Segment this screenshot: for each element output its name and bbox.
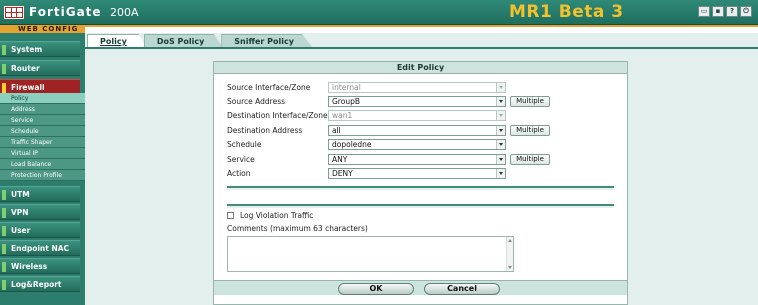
source-interface-value: internal (332, 83, 361, 92)
form-footer: OK Cancel (214, 280, 627, 295)
chevron-down-icon (496, 155, 505, 164)
submenu-policy[interactable]: Policy (0, 93, 85, 104)
field-row-schedule: Schedule dopoledne (214, 139, 627, 151)
source-interface-select: internal (328, 82, 506, 93)
chevron-down-icon (496, 140, 505, 149)
action-value: DENY (332, 169, 353, 178)
submenu-service[interactable]: Service (0, 115, 85, 126)
destination-address-select[interactable]: all (328, 125, 506, 136)
field-row-destination-address: Destination Address all Multiple (214, 125, 627, 137)
tab-underline (85, 47, 758, 49)
chevron-down-icon (496, 126, 505, 135)
comments-label: Comments (maximum 63 characters) (227, 224, 368, 233)
chevron-down-icon (496, 83, 505, 92)
section-divider (227, 186, 614, 190)
submenu-address[interactable]: Address (0, 104, 85, 115)
source-address-label: Source Address (227, 97, 286, 106)
sidebar-item-wireless-controller[interactable]: Wireless Controller (0, 258, 80, 287)
sidebar-item-endpoint-nac[interactable]: Endpoint NAC (0, 240, 80, 256)
sidebar-item-utm[interactable]: UTM (0, 186, 80, 202)
brand-name: FortiGate (29, 5, 102, 19)
service-label: Service (227, 155, 255, 164)
cancel-button[interactable]: Cancel (424, 283, 500, 295)
service-select[interactable]: ANY (328, 154, 506, 165)
field-row-source-address: Source Address GroupB Multiple (214, 96, 627, 108)
tab-sniffer-policy[interactable]: Sniffer Policy (221, 34, 313, 48)
action-select[interactable]: DENY (328, 168, 506, 179)
submenu-protection-profile[interactable]: Protection Profile (0, 170, 85, 181)
submenu-schedule[interactable]: Schedule (0, 126, 85, 137)
firewall-submenu: Policy Address Service Schedule Traffic … (0, 93, 85, 181)
header-toolbar: ▭ ▪ ? ⏻ (698, 6, 752, 17)
device-model: 200A (110, 6, 139, 19)
schedule-value: dopoledne (332, 140, 372, 149)
sidebar-item-router[interactable]: Router (0, 60, 80, 76)
sidebar-item-log-report[interactable]: Log&Report (0, 276, 80, 292)
destination-interface-label: Destination Interface/Zone (227, 111, 328, 120)
source-interface-label: Source Interface/Zone (227, 83, 311, 92)
tab-policy[interactable]: Policy (87, 34, 146, 48)
release-label: MR1 Beta 3 (509, 2, 624, 22)
webconfig-label: WEB CONFIG (0, 25, 85, 33)
top-header: FortiGate 200A MR1 Beta 3 ▭ ▪ ? ⏻ (0, 0, 758, 25)
submenu-virtual-ip[interactable]: Virtual IP (0, 148, 85, 159)
panel-title: Edit Policy (214, 62, 627, 74)
ok-button[interactable]: OK (338, 283, 414, 295)
field-row-service: Service ANY Multiple (214, 154, 627, 166)
destination-interface-value: wan1 (332, 111, 353, 120)
chevron-down-icon (496, 111, 505, 120)
section-divider (227, 204, 614, 208)
field-row-destination-interface: Destination Interface/Zone wan1 (214, 110, 627, 122)
tab-dos-policy[interactable]: DoS Policy (143, 34, 224, 48)
edit-policy-panel: Edit Policy Source Interface/Zone intern… (213, 61, 628, 305)
destination-address-label: Destination Address (227, 126, 303, 135)
sidebar-item-user[interactable]: User (0, 222, 80, 238)
destination-interface-select: wan1 (328, 110, 506, 121)
save-icon[interactable]: ▪ (712, 6, 724, 17)
destination-address-value: all (332, 126, 341, 135)
schedule-label: Schedule (227, 140, 262, 149)
schedule-select[interactable]: dopoledne (328, 139, 506, 150)
service-multiple-button[interactable]: Multiple (510, 154, 550, 165)
source-address-value: GroupB (332, 97, 360, 106)
submenu-load-balance[interactable]: Load Balance (0, 159, 85, 170)
main-content: Policy DoS Policy Sniffer Policy Edit Po… (85, 33, 758, 305)
chevron-down-icon (496, 169, 505, 178)
help-icon[interactable]: ? (726, 6, 738, 17)
action-label: Action (227, 169, 251, 178)
source-address-multiple-button[interactable]: Multiple (510, 96, 550, 107)
console-icon[interactable]: ▭ (698, 6, 710, 17)
source-address-select[interactable]: GroupB (328, 96, 506, 107)
submenu-traffic-shaper[interactable]: Traffic Shaper (0, 137, 85, 148)
chevron-down-icon (496, 97, 505, 106)
service-value: ANY (332, 155, 348, 164)
log-violation-label: Log Violation Traffic (240, 211, 314, 220)
sidebar-item-system[interactable]: System (0, 41, 80, 57)
sidebar: System Router Firewall Policy Address Se… (0, 33, 85, 305)
fortinet-logo-icon (4, 6, 24, 19)
textarea-scrollbar[interactable] (506, 237, 513, 271)
logout-icon[interactable]: ⏻ (740, 6, 752, 17)
sidebar-item-vpn[interactable]: VPN (0, 204, 80, 220)
header-divider (85, 25, 758, 27)
field-row-action: Action DENY (214, 168, 627, 180)
log-violation-checkbox[interactable] (227, 212, 234, 219)
destination-address-multiple-button[interactable]: Multiple (510, 125, 550, 136)
field-row-source-interface: Source Interface/Zone internal (214, 82, 627, 94)
comments-textarea[interactable] (227, 236, 514, 272)
policy-tabs: Policy DoS Policy Sniffer Policy (87, 34, 313, 48)
